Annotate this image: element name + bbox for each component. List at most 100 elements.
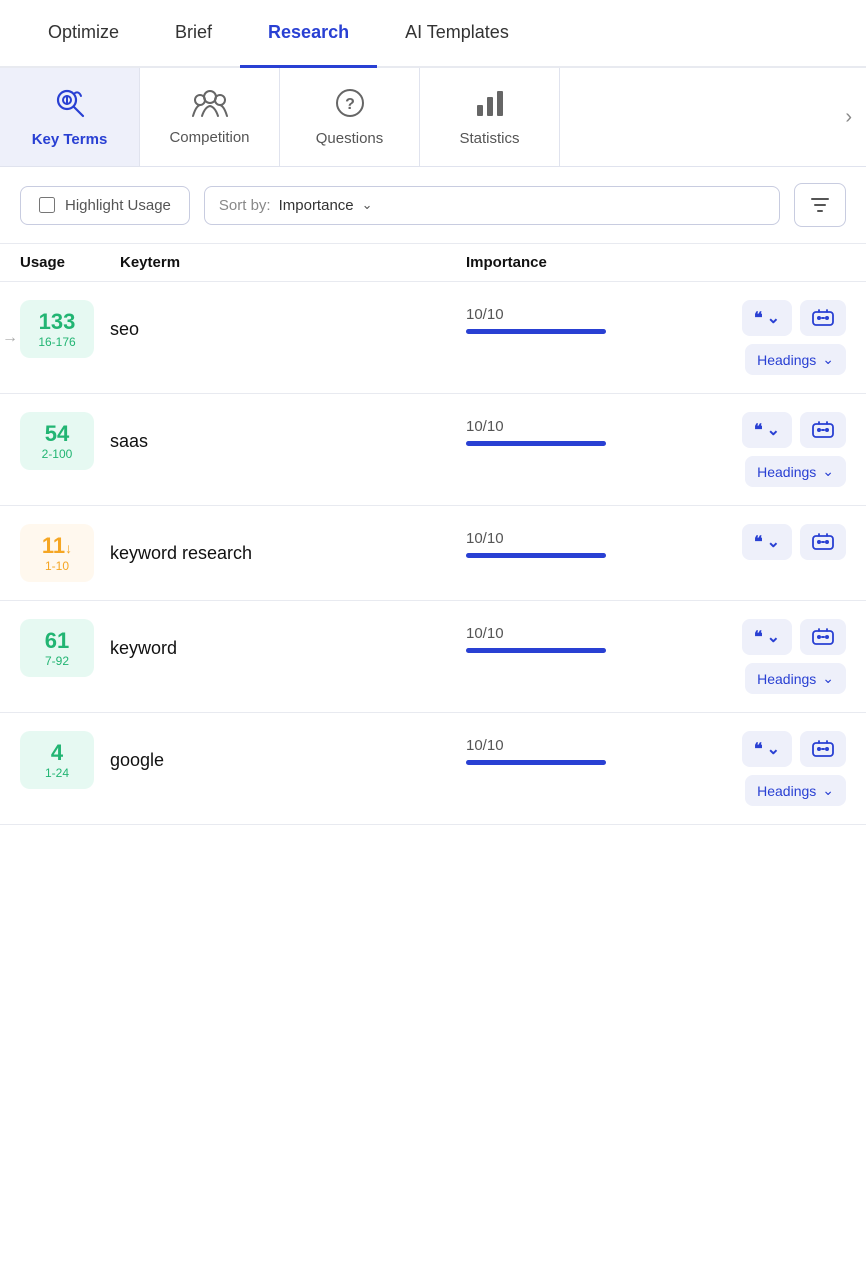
importance-bar-bg [466, 441, 606, 446]
headings-button-keyword[interactable]: Headings ⌄ [745, 663, 846, 694]
ai-button-keyword-research[interactable] [800, 524, 846, 560]
headings-label: Headings [757, 464, 816, 480]
quote-button-google[interactable]: ❝ ⌄ [742, 731, 792, 767]
svg-text:?: ? [345, 96, 355, 113]
importance-keyword: 10/10 [466, 619, 666, 653]
headings-button-seo[interactable]: Headings ⌄ [745, 344, 846, 375]
headings-chevron-icon: ⌄ [822, 351, 834, 368]
sort-chevron-icon: ⌄ [362, 197, 373, 213]
highlight-usage-checkbox-container[interactable]: Highlight Usage [20, 186, 190, 225]
ai-button-seo[interactable] [800, 300, 846, 336]
actions-keyword-research: ❝ ⌄ [666, 524, 846, 560]
usage-badge-keyword-research: 11↓ 1-10 [20, 524, 94, 582]
usage-count: 61 [45, 628, 69, 654]
quote-icon: ❝ [754, 627, 763, 647]
actions-google: ❝ ⌄ Headings ⌄ [666, 731, 846, 806]
quote-button-keyword[interactable]: ❝ ⌄ [742, 619, 792, 655]
keyterm-keyword: keyword [94, 619, 466, 677]
action-row-top: ❝ ⌄ [742, 300, 846, 336]
sort-by-label: Sort by: [219, 197, 271, 214]
keyterm-seo: seo [94, 300, 466, 358]
action-row-top: ❝ ⌄ [742, 731, 846, 767]
importance-bar [466, 329, 606, 334]
actions-keyword: ❝ ⌄ Headings ⌄ [666, 619, 846, 694]
usage-count: 54 [45, 421, 69, 447]
key-terms-icon [53, 86, 87, 125]
quote-icon: ❝ [754, 308, 763, 328]
filter-button[interactable] [794, 183, 846, 227]
sub-tab-questions[interactable]: ? Questions [280, 68, 420, 166]
highlight-usage-label: Highlight Usage [65, 197, 171, 214]
headings-label: Headings [757, 783, 816, 799]
headings-button-google[interactable]: Headings ⌄ [745, 775, 846, 806]
headings-chevron-icon: ⌄ [822, 670, 834, 687]
action-row-top: ❝ ⌄ [742, 619, 846, 655]
usage-badge-google: 4 1-24 [20, 731, 94, 789]
sub-nav-more-button[interactable]: › [831, 68, 866, 166]
quote-chevron-icon: ⌄ [767, 308, 780, 328]
usage-badge-seo: 133 16-176 [20, 300, 94, 358]
importance-bar [466, 648, 606, 653]
toolbar: Highlight Usage Sort by: Importance ⌄ [0, 167, 866, 244]
headings-label: Headings [757, 352, 816, 368]
highlight-usage-checkbox[interactable] [39, 197, 55, 213]
sub-tab-key-terms[interactable]: Key Terms [0, 68, 140, 166]
top-nav: Optimize Brief Research AI Templates [0, 0, 866, 68]
tab-ai-templates[interactable]: AI Templates [377, 0, 537, 68]
actions-seo: ❝ ⌄ Headings ⌄ [666, 300, 846, 375]
header-usage: Usage [20, 254, 120, 271]
quote-button-keyword-research[interactable]: ❝ ⌄ [742, 524, 792, 560]
importance-score: 10/10 [466, 625, 666, 642]
statistics-icon [474, 87, 506, 124]
table-row: 11↓ 1-10 keyword research 10/10 ❝ ⌄ [0, 506, 866, 601]
sort-dropdown[interactable]: Sort by: Importance ⌄ [204, 186, 780, 225]
importance-bar-bg [466, 760, 606, 765]
sort-value: Importance [279, 197, 354, 214]
importance-saas: 10/10 [466, 412, 666, 446]
action-row-top: ❝ ⌄ [742, 412, 846, 448]
tab-research[interactable]: Research [240, 0, 377, 68]
sub-tab-competition[interactable]: Competition [140, 68, 280, 166]
sub-tab-questions-label: Questions [316, 130, 384, 147]
quote-icon: ❝ [754, 532, 763, 552]
usage-range: 2-100 [42, 447, 73, 461]
importance-score: 10/10 [466, 306, 666, 323]
importance-bar-bg [466, 648, 606, 653]
table-row: 61 7-92 keyword 10/10 ❝ ⌄ [0, 601, 866, 713]
importance-score: 10/10 [466, 737, 666, 754]
sub-tab-statistics-label: Statistics [459, 130, 519, 147]
table-row: → 133 16-176 seo 10/10 ❝ ⌄ [0, 282, 866, 394]
down-arrow-icon: ↓ [65, 540, 72, 556]
importance-score: 10/10 [466, 530, 666, 547]
keyterm-google: google [94, 731, 466, 789]
usage-count: 4 [51, 740, 63, 766]
importance-score: 10/10 [466, 418, 666, 435]
usage-range: 7-92 [45, 654, 69, 668]
usage-count: 133 [39, 309, 76, 335]
quote-button-saas[interactable]: ❝ ⌄ [742, 412, 792, 448]
sub-tab-statistics[interactable]: Statistics [420, 68, 560, 166]
usage-badge-keyword: 61 7-92 [20, 619, 94, 677]
quote-icon: ❝ [754, 739, 763, 759]
quote-button-seo[interactable]: ❝ ⌄ [742, 300, 792, 336]
header-importance: Importance [466, 254, 666, 271]
headings-button-saas[interactable]: Headings ⌄ [745, 456, 846, 487]
ai-button-google[interactable] [800, 731, 846, 767]
quote-chevron-icon: ⌄ [767, 739, 780, 759]
quote-chevron-icon: ⌄ [767, 627, 780, 647]
tab-brief[interactable]: Brief [147, 0, 240, 68]
actions-saas: ❝ ⌄ Headings ⌄ [666, 412, 846, 487]
table-row: 54 2-100 saas 10/10 ❝ ⌄ [0, 394, 866, 506]
header-keyterm: Keyterm [120, 254, 466, 271]
tab-optimize[interactable]: Optimize [20, 0, 147, 68]
importance-google: 10/10 [466, 731, 666, 765]
keyterm-keyword-research: keyword research [94, 524, 466, 582]
usage-badge-saas: 54 2-100 [20, 412, 94, 470]
ai-button-saas[interactable] [800, 412, 846, 448]
usage-range: 1-10 [45, 559, 69, 573]
importance-bar-bg [466, 553, 606, 558]
ai-button-keyword[interactable] [800, 619, 846, 655]
headings-chevron-icon: ⌄ [822, 782, 834, 799]
usage-range: 16-176 [38, 335, 75, 349]
quote-icon: ❝ [754, 420, 763, 440]
